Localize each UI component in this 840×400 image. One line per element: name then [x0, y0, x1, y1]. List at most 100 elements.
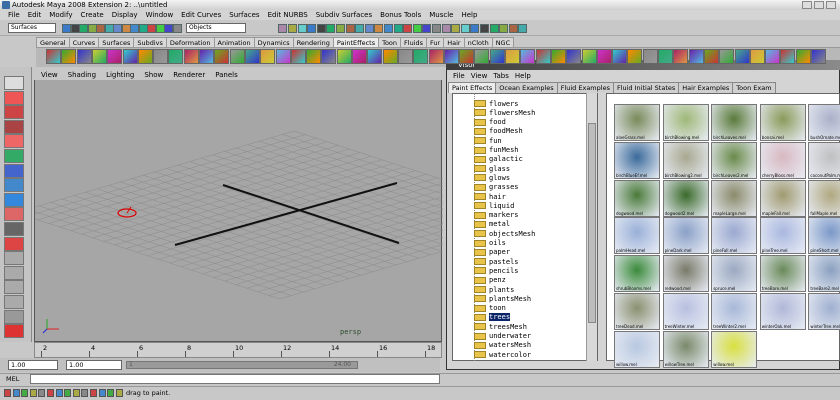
shelf-brush-icon[interactable]: [46, 49, 61, 64]
shelf-brush-icon[interactable]: [153, 49, 169, 64]
shelf-brush-icon[interactable]: [168, 49, 184, 64]
shelf-brush-icon[interactable]: [122, 49, 138, 64]
brush-thumbnail[interactable]: mapleFall.mel: [759, 179, 806, 217]
folder-scrollbar[interactable]: [586, 93, 597, 361]
shelf-brush-icon[interactable]: [795, 49, 811, 64]
brush-thumbnail[interactable]: pineTree.mel: [759, 217, 806, 255]
mel-label[interactable]: MEL: [6, 374, 19, 384]
status-tool-icon[interactable]: [508, 24, 518, 33]
tool-button-icon[interactable]: [4, 163, 24, 178]
folder-item[interactable]: funMesh: [474, 146, 519, 155]
shelf-brush-icon[interactable]: [199, 49, 214, 64]
mel-input[interactable]: [30, 374, 440, 384]
folder-item[interactable]: glows: [474, 173, 510, 182]
playback-start-field[interactable]: 1.00: [66, 360, 122, 370]
folder-item[interactable]: grasses: [474, 183, 519, 192]
tool-button-icon[interactable]: [4, 251, 24, 266]
status-tool-icon[interactable]: [422, 24, 432, 33]
shelf-tab-deformation[interactable]: Deformation: [165, 37, 215, 47]
shelf-brush-icon[interactable]: [229, 49, 245, 64]
shelf-brush-icon[interactable]: [566, 49, 582, 64]
status-tool-icon[interactable]: [307, 24, 317, 33]
helpline-tool-icon[interactable]: [81, 389, 89, 397]
shelf-brush-icon[interactable]: [91, 49, 107, 64]
status-tool-icon[interactable]: [393, 24, 403, 33]
shelf-brush-icon[interactable]: [413, 49, 429, 64]
brush-thumbnail[interactable]: cherryBloss.mel: [759, 141, 806, 179]
shelf-brush-icon[interactable]: [459, 49, 475, 64]
status-tool-icon[interactable]: [451, 24, 461, 33]
visor-tab-hair-examples[interactable]: Hair Examples: [678, 82, 734, 93]
time-slider[interactable]: 2 4 6 8 10 12 14 16 18: [34, 342, 442, 358]
shelf-brush-icon[interactable]: [137, 49, 153, 64]
brush-thumbnail[interactable]: coconutPalm.mel: [808, 141, 840, 179]
folder-item[interactable]: galactic: [474, 155, 523, 164]
folder-item[interactable]: toon: [474, 304, 506, 313]
shelf-tab-fluids[interactable]: Fluids: [400, 37, 428, 47]
brush-thumbnail[interactable]: treeDead.mel: [614, 293, 660, 330]
helpline-tool-icon[interactable]: [107, 389, 115, 397]
shelf-brush-icon[interactable]: [688, 49, 704, 64]
tool-button-icon[interactable]: [4, 134, 24, 149]
shelf-brush-icon[interactable]: [703, 49, 719, 64]
shelf-brush-icon[interactable]: [260, 49, 276, 64]
visor-tab-paint-effects[interactable]: Paint Effects: [448, 82, 497, 93]
brush-thumbnail[interactable]: birchLeaves2.mel: [711, 141, 758, 179]
shelf-brush-icon[interactable]: [520, 49, 536, 64]
menu-edit-nurbs[interactable]: Edit NURBS: [264, 10, 312, 20]
shelf-brush-icon[interactable]: [107, 49, 123, 64]
brush-thumbnail[interactable]: pineShort.mel: [808, 217, 840, 255]
brush-thumbnail[interactable]: willow.mel: [711, 330, 758, 368]
folder-item[interactable]: food: [474, 118, 506, 127]
brush-thumbnail[interactable]: birchBlowing2.mel: [662, 141, 709, 179]
tool-button-icon[interactable]: [4, 76, 24, 90]
shelf-brush-icon[interactable]: [244, 49, 260, 64]
status-tool-icon[interactable]: [374, 24, 384, 33]
folder-item[interactable]: objectsMesh: [474, 229, 535, 238]
folder-item[interactable]: fun: [474, 136, 502, 145]
helpline-tool-icon[interactable]: [90, 389, 97, 397]
folder-item[interactable]: pastels: [474, 257, 519, 266]
menu-edit-curves[interactable]: Edit Curves: [177, 10, 225, 20]
menu-edit[interactable]: Edit: [24, 10, 46, 20]
folder-item[interactable]: hair: [474, 192, 506, 201]
folder-item[interactable]: paper: [474, 248, 510, 257]
shelf-brush-icon[interactable]: [658, 49, 673, 64]
shelf-brush-icon[interactable]: [76, 49, 92, 64]
tool-button-icon[interactable]: [4, 265, 24, 280]
shelf-brush-icon[interactable]: [719, 49, 735, 64]
viewport-menu-renderer[interactable]: Renderer: [168, 70, 210, 80]
viewport-menu-view[interactable]: View: [36, 70, 63, 80]
brush-thumbnail[interactable]: dogwood2.mel: [662, 179, 709, 217]
tool-button-icon[interactable]: [4, 149, 24, 163]
visor-tab-fluid-initial-states[interactable]: Fluid Initial States: [612, 82, 680, 93]
shelf-brush-icon[interactable]: [275, 49, 291, 64]
shelf-brush-icon[interactable]: [397, 49, 413, 64]
shelf-tab-surfaces[interactable]: Surfaces: [98, 37, 135, 47]
folder-item[interactable]: markers: [474, 211, 519, 220]
brush-thumbnail[interactable]: treeWinter2.mel: [711, 293, 758, 330]
status-tool-icon[interactable]: [412, 24, 422, 33]
menu-set-dropdown[interactable]: Surfaces: [8, 23, 56, 33]
brush-thumbnail[interactable]: dogwood.mel: [614, 179, 660, 217]
shelf-brush-icon[interactable]: [443, 49, 459, 64]
folder-item[interactable]: flowers: [474, 99, 519, 108]
shelf-brush-icon[interactable]: [489, 49, 505, 64]
viewport-menu-shading[interactable]: Shading: [63, 70, 101, 80]
shelf-tab-fur[interactable]: Fur: [426, 37, 445, 47]
folder-item[interactable]: watercolor: [474, 350, 531, 359]
shelf-tab-curves[interactable]: Curves: [68, 37, 100, 47]
helpline-tool-icon[interactable]: [64, 389, 72, 397]
shelf-tab-subdivs[interactable]: Subdivs: [133, 37, 167, 47]
status-tool-icon[interactable]: [172, 24, 182, 33]
tool-button-icon[interactable]: [4, 222, 24, 236]
menu-file[interactable]: File: [4, 10, 24, 20]
brush-thumbnail[interactable]: winterTree.mel: [808, 293, 840, 330]
scrollbar-thumb[interactable]: [588, 123, 596, 323]
menu-create[interactable]: Create: [76, 10, 107, 20]
brush-thumbnail[interactable]: redwood.mel: [662, 255, 709, 293]
shelf-brush-icon[interactable]: [627, 49, 643, 64]
shelf-tab-hair[interactable]: Hair: [443, 37, 465, 47]
brush-thumbnail[interactable]: pineDark.mel: [662, 217, 709, 255]
viewport-menu-show[interactable]: Show: [139, 70, 168, 80]
